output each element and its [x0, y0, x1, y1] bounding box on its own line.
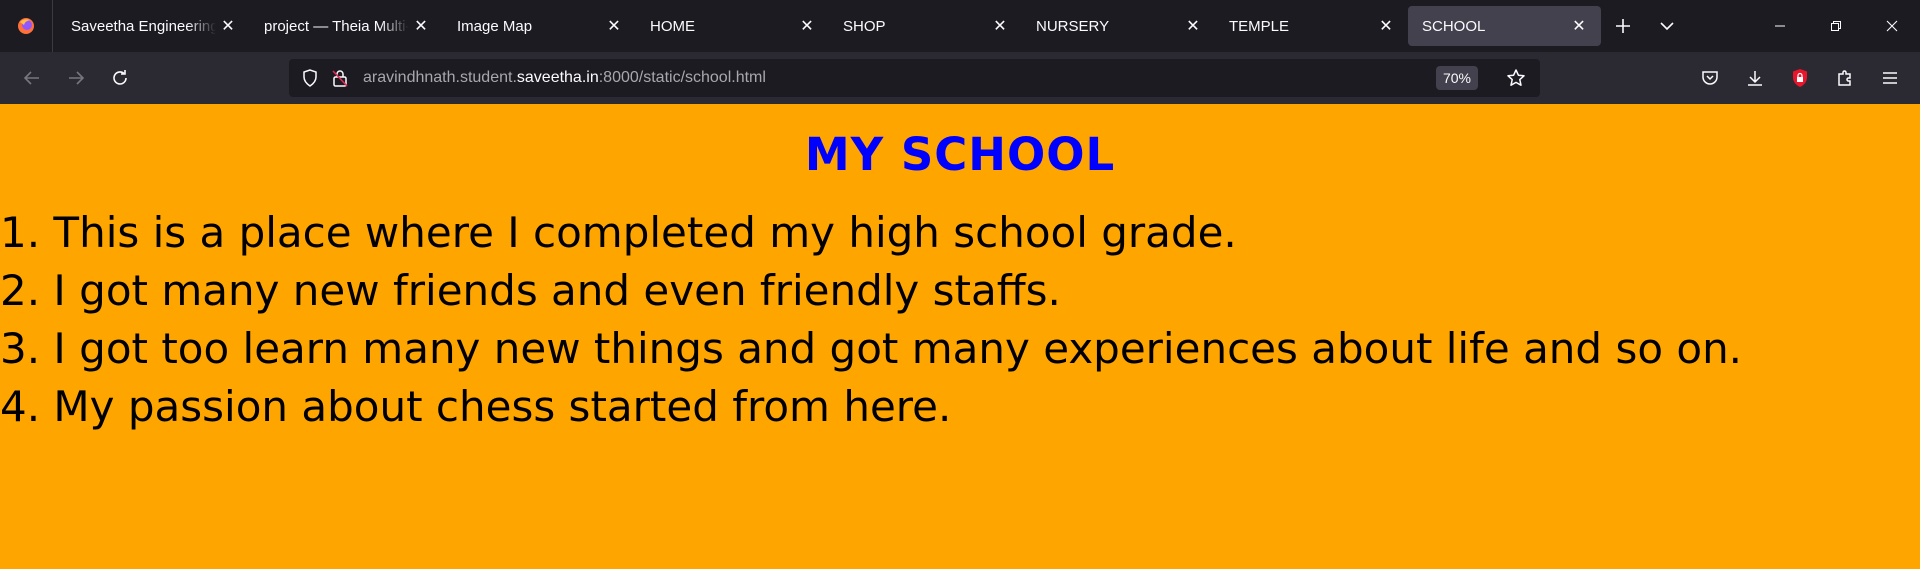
- school-points-list: 1. This is a place where I completed my …: [0, 204, 1742, 436]
- list-all-tabs-icon[interactable]: [1645, 6, 1689, 46]
- reload-icon[interactable]: [98, 58, 142, 98]
- close-icon[interactable]: ✕: [797, 16, 817, 36]
- tab-school[interactable]: SCHOOL ✕: [1408, 6, 1601, 46]
- tab-strip: Saveetha Engineering ✕ project — Theia M…: [0, 0, 1920, 52]
- list-item: 2. I got many new friends and even frien…: [0, 266, 1061, 315]
- extensions-puzzle-icon[interactable]: [1822, 58, 1867, 98]
- toolbar-right: [1687, 58, 1912, 98]
- tab-label: Image Map: [457, 17, 533, 35]
- url-path: :8000/static/school.html: [598, 69, 766, 86]
- page-content: MY SCHOOL 1. This is a place where I com…: [0, 104, 1920, 569]
- tab-label: SCHOOL: [1422, 17, 1486, 35]
- minimize-icon[interactable]: [1752, 0, 1808, 52]
- window-close-icon[interactable]: [1864, 0, 1920, 52]
- bookmark-star-icon[interactable]: [1504, 66, 1528, 90]
- list-item: 1. This is a place where I completed my …: [0, 208, 1237, 257]
- pocket-icon[interactable]: [1687, 58, 1732, 98]
- back-arrow-icon[interactable]: [10, 58, 54, 98]
- tab-label: Saveetha Engineering: [71, 17, 216, 35]
- page-title: MY SCHOOL: [804, 128, 1116, 181]
- tab-label: SHOP: [843, 17, 886, 35]
- tab-list: Saveetha Engineering ✕ project — Theia M…: [53, 0, 1601, 52]
- close-icon[interactable]: ✕: [1183, 16, 1203, 36]
- tab-nursery[interactable]: NURSERY ✕: [1022, 6, 1215, 46]
- close-icon[interactable]: ✕: [990, 16, 1010, 36]
- close-icon[interactable]: ✕: [411, 16, 431, 36]
- tab-label: NURSERY: [1036, 17, 1110, 35]
- close-icon[interactable]: ✕: [604, 16, 624, 36]
- tab-project-theia[interactable]: project — Theia Multi- ✕: [250, 6, 443, 46]
- tab-image-map[interactable]: Image Map ✕: [443, 6, 636, 46]
- list-item: 4. My passion about chess started from h…: [0, 382, 952, 431]
- zoom-level-button[interactable]: 70%: [1435, 66, 1478, 90]
- tab-saveetha-engineering[interactable]: Saveetha Engineering ✕: [57, 6, 250, 46]
- close-icon[interactable]: ✕: [218, 16, 238, 36]
- tab-shop[interactable]: SHOP ✕: [829, 6, 1022, 46]
- url-prefix: aravindhnath.student.: [363, 69, 517, 86]
- url-domain: saveetha.in: [516, 69, 599, 86]
- close-icon[interactable]: ✕: [1376, 16, 1396, 36]
- shield-icon[interactable]: [295, 59, 325, 97]
- forward-arrow-icon[interactable]: [54, 58, 98, 98]
- tab-label: project — Theia Multi-: [264, 17, 409, 35]
- new-tab-icon[interactable]: [1601, 6, 1645, 46]
- downloads-icon[interactable]: [1732, 58, 1777, 98]
- address-bar[interactable]: aravindhnath.student.saveetha.in:8000/st…: [289, 59, 1540, 97]
- list-item: 3. I got too learn many new things and g…: [0, 324, 1743, 373]
- ublock-shield-icon[interactable]: [1777, 58, 1822, 98]
- tab-label: HOME: [650, 17, 695, 35]
- window-controls: [1752, 0, 1920, 52]
- tab-label: TEMPLE: [1229, 17, 1290, 35]
- restore-icon[interactable]: [1808, 0, 1864, 52]
- menu-hamburger-icon[interactable]: [1867, 58, 1912, 98]
- close-icon[interactable]: ✕: [1569, 16, 1589, 36]
- url-text[interactable]: aravindhnath.student.saveetha.in:8000/st…: [363, 69, 766, 87]
- navigation-toolbar: aravindhnath.student.saveetha.in:8000/st…: [0, 52, 1920, 104]
- tab-temple[interactable]: TEMPLE ✕: [1215, 6, 1408, 46]
- tab-home[interactable]: HOME ✕: [636, 6, 829, 46]
- insecure-lock-icon[interactable]: [325, 59, 355, 97]
- firefox-logo-icon[interactable]: [0, 0, 53, 52]
